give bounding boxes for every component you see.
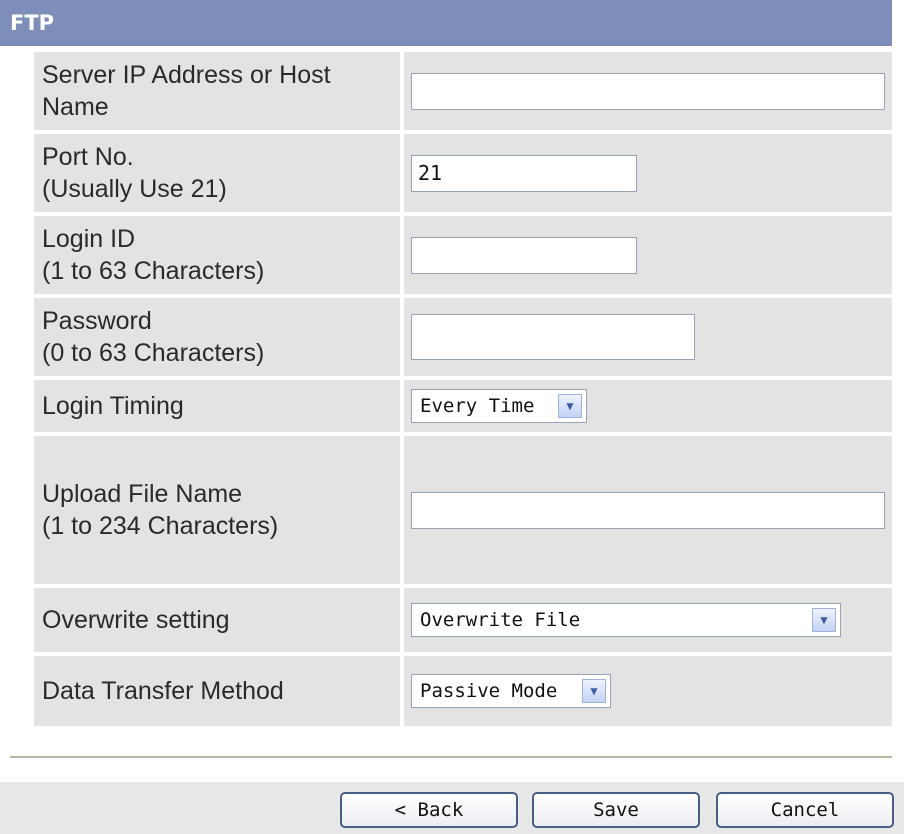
login-timing-select[interactable]: Every Time ▼ (411, 389, 587, 423)
footer-divider (10, 756, 892, 758)
row-overwrite: Overwrite setting Overwrite File ▼ (34, 588, 892, 652)
login-id-label: Login ID (1 to 63 Characters) (34, 216, 400, 294)
row-password: Password (0 to 63 Characters) (34, 298, 892, 376)
row-port: Port No. (Usually Use 21) (34, 134, 892, 212)
server-label: Server IP Address or Host Name (34, 52, 400, 130)
server-label-line2: Name (42, 93, 109, 121)
cancel-button[interactable]: Cancel (716, 792, 894, 828)
login-id-label-line1: Login ID (42, 225, 136, 253)
row-login-id: Login ID (1 to 63 Characters) (34, 216, 892, 294)
server-input[interactable] (411, 72, 885, 110)
row-login-timing: Login Timing Every Time ▼ (34, 380, 892, 432)
chevron-down-icon[interactable]: ▼ (812, 608, 836, 632)
overwrite-label: Overwrite setting (34, 588, 400, 652)
section-header: FTP (0, 0, 892, 46)
footer-bar: < Back Save Cancel (0, 782, 904, 834)
transfer-method-select[interactable]: Passive Mode ▼ (411, 674, 611, 708)
login-timing-field-cell: Every Time ▼ (404, 380, 892, 432)
chevron-down-icon[interactable]: ▼ (558, 394, 582, 418)
row-transfer-method: Data Transfer Method Passive Mode ▼ (34, 656, 892, 726)
port-label-line2: (Usually Use 21) (42, 175, 227, 203)
password-label-line1: Password (42, 307, 152, 335)
port-label: Port No. (Usually Use 21) (34, 134, 400, 212)
transfer-method-field-cell: Passive Mode ▼ (404, 656, 892, 726)
port-input[interactable] (411, 154, 637, 192)
chevron-down-icon[interactable]: ▼ (582, 679, 606, 703)
overwrite-selected-value: Overwrite File (420, 609, 581, 631)
port-field-cell (404, 134, 892, 212)
upload-file-field-cell (404, 436, 892, 584)
password-input[interactable] (411, 314, 695, 360)
port-label-line1: Port No. (42, 143, 134, 171)
login-id-input[interactable] (411, 236, 637, 274)
server-field-cell (404, 52, 892, 130)
server-label-line1: Server IP Address or Host (42, 61, 331, 89)
login-timing-selected-value: Every Time (420, 395, 535, 417)
login-id-field-cell (404, 216, 892, 294)
password-label-line2: (0 to 63 Characters) (42, 339, 265, 367)
transfer-method-label: Data Transfer Method (34, 656, 400, 726)
overwrite-select[interactable]: Overwrite File ▼ (411, 603, 841, 637)
login-timing-label: Login Timing (34, 380, 400, 432)
overwrite-field-cell: Overwrite File ▼ (404, 588, 892, 652)
login-id-label-line2: (1 to 63 Characters) (42, 257, 265, 285)
upload-file-label: Upload File Name (1 to 234 Characters) (34, 436, 400, 584)
upload-file-input[interactable] (411, 491, 885, 529)
upload-file-label-line1: Upload File Name (42, 480, 243, 508)
transfer-method-selected-value: Passive Mode (420, 680, 558, 702)
back-button[interactable]: < Back (340, 792, 518, 828)
row-server: Server IP Address or Host Name (34, 52, 892, 130)
password-label: Password (0 to 63 Characters) (34, 298, 400, 376)
password-field-cell (404, 298, 892, 376)
ftp-settings-form: Server IP Address or Host Name Port No. … (34, 52, 892, 730)
upload-file-label-line2: (1 to 234 Characters) (42, 512, 279, 540)
save-button[interactable]: Save (532, 792, 700, 828)
row-upload-file: Upload File Name (1 to 234 Characters) (34, 436, 892, 584)
section-title: FTP (10, 11, 55, 35)
